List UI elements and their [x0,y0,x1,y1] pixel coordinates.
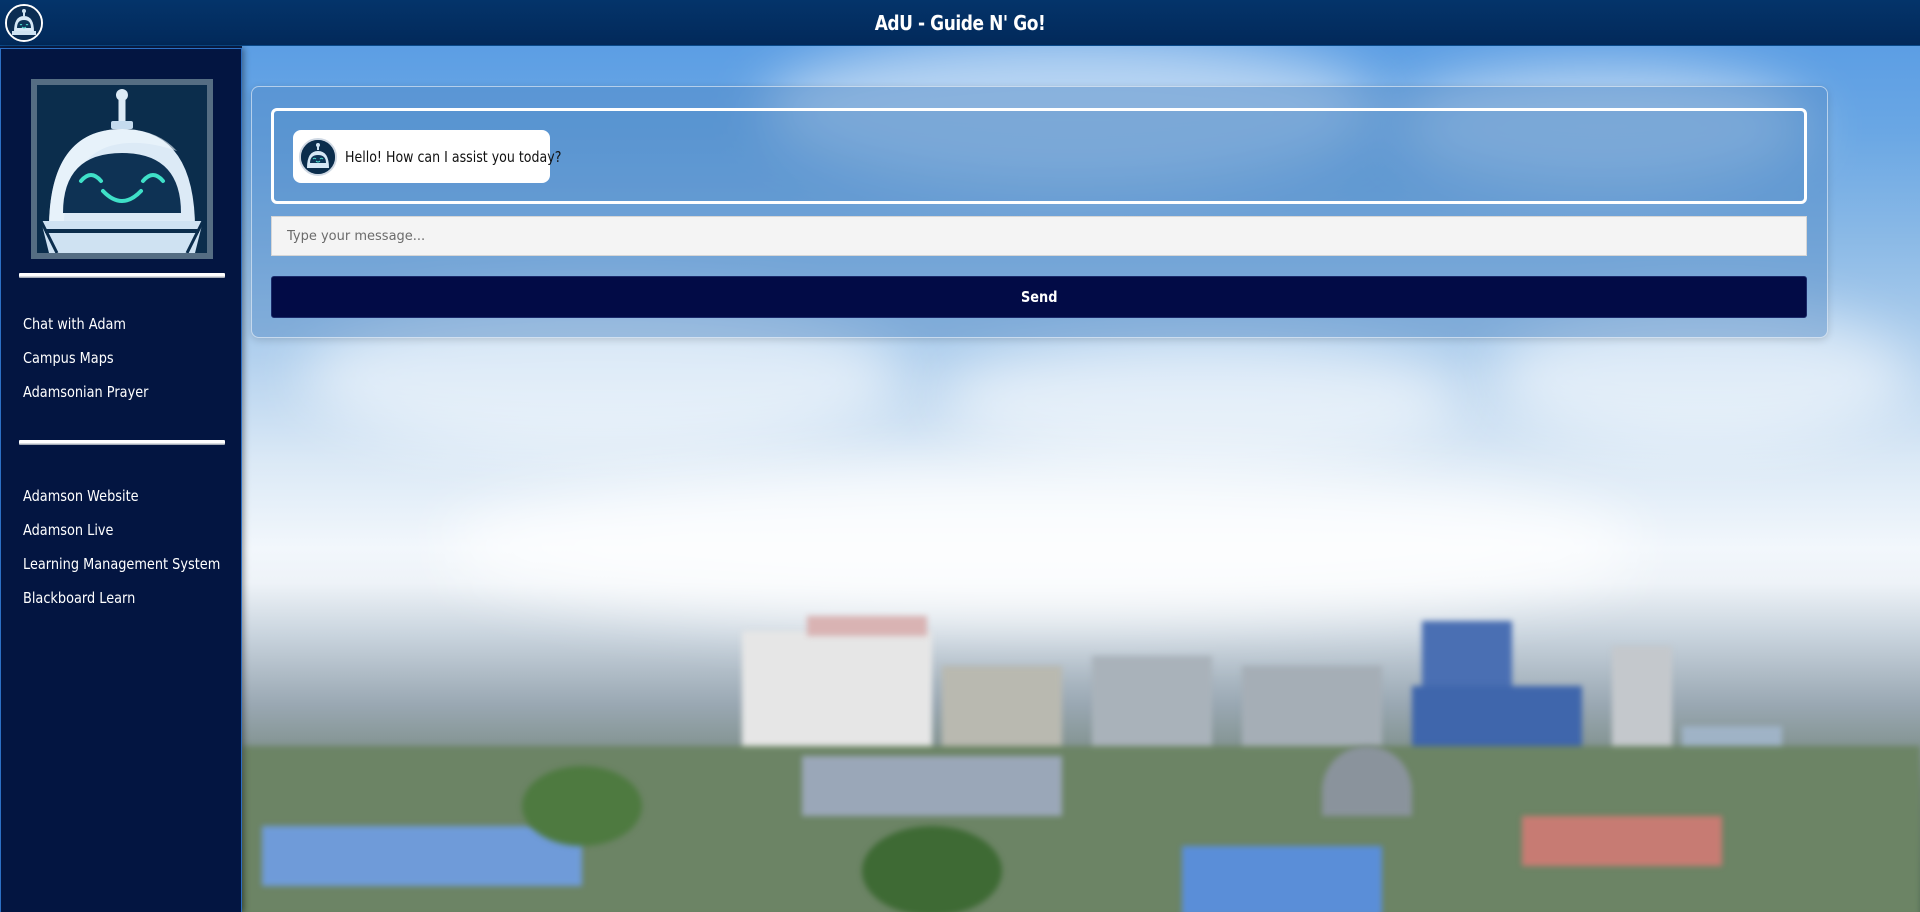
sidebar-item-adamson-live[interactable]: Adamson Live [23,521,114,539]
bot-message-bubble: Hello! How can I assist you today? [293,130,562,183]
sidebar-item-adamson-website[interactable]: Adamson Website [23,487,139,505]
sidebar-item-blackboard-learn[interactable]: Blackboard Learn [23,589,135,607]
robot-mascot-icon[interactable] [5,4,43,42]
robot-mascot-icon [299,137,337,176]
robot-mascot-icon [31,79,213,259]
sidebar-item-learning-management-system[interactable]: Learning Management System [23,555,220,573]
chat-panel: Hello! How can I assist you today? Send [251,86,1828,338]
chat-messages-area: Hello! How can I assist you today? [271,108,1807,204]
sidebar: Chat with Adam Campus Maps Adamsonian Pr… [0,48,242,912]
message-input[interactable] [271,216,1807,256]
app-title: AdU - Guide N' Go! [874,11,1046,35]
sidebar-item-campus-maps[interactable]: Campus Maps [23,349,114,367]
send-button-label: Send [1020,288,1058,306]
sidebar-item-chat-with-adam[interactable]: Chat with Adam [23,315,126,333]
sidebar-divider [19,440,225,445]
sidebar-item-adamsonian-prayer[interactable]: Adamsonian Prayer [23,383,148,401]
sidebar-divider [19,273,225,278]
bot-message-text: Hello! How can I assist you today? [345,147,562,166]
app-header: AdU - Guide N' Go! [0,0,1920,46]
send-button[interactable]: Send [271,276,1807,318]
